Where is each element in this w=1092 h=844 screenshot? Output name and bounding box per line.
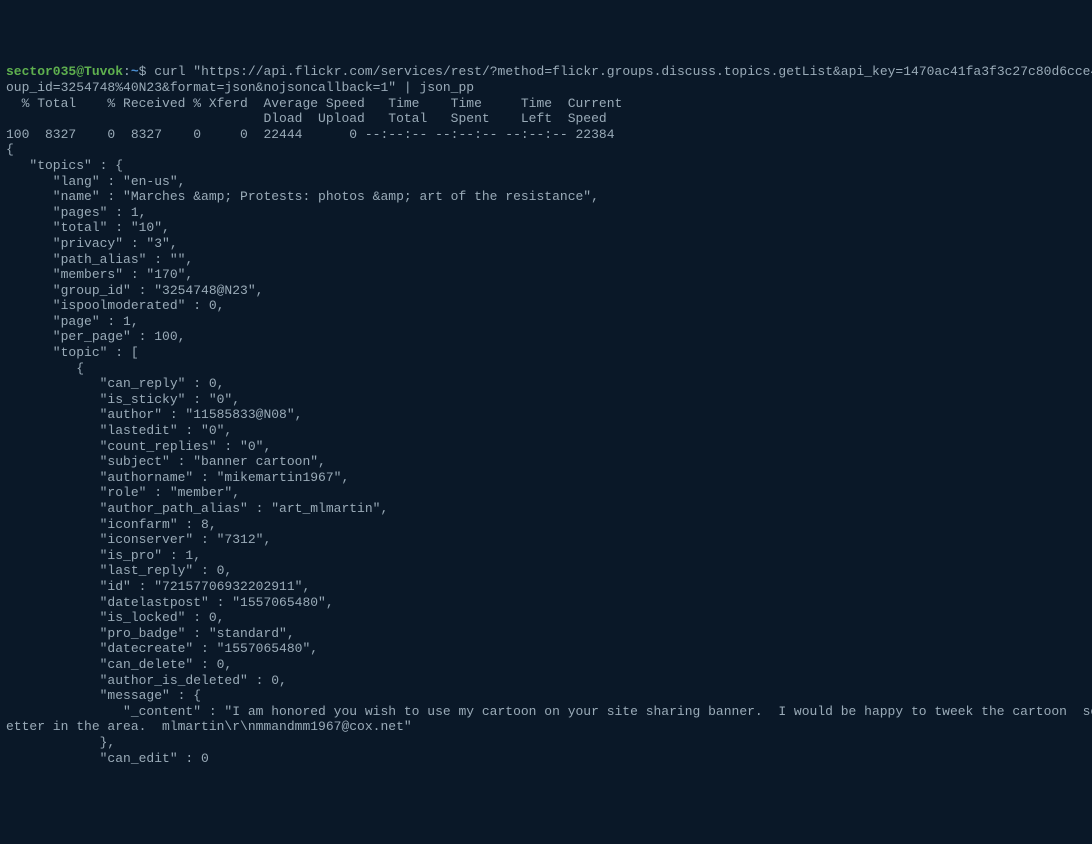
- prompt-line: sector035@Tuvok:~$ curl "https://api.fli…: [6, 64, 1092, 79]
- prompt-colon: :: [123, 64, 131, 79]
- curl-progress: 100 8327 0 8327 0 0 22444 0 --:--:-- --:…: [6, 127, 615, 142]
- curl-header: % Total % Received % Xferd Average Speed…: [6, 96, 622, 111]
- hostname: Tuvok: [84, 64, 123, 79]
- at-sign: @: [76, 64, 84, 79]
- cwd: ~: [131, 64, 139, 79]
- terminal-output: sector035@Tuvok:~$ curl "https://api.fli…: [6, 64, 1086, 766]
- json-output: { "topics" : { "lang" : "en-us", "name" …: [6, 142, 1086, 766]
- curl-header2: Dload Upload Total Spent Left Speed: [6, 111, 607, 126]
- username: sector035: [6, 64, 76, 79]
- command-line2: oup_id=3254748%40N23&format=json&nojsonc…: [6, 80, 474, 95]
- command-line1: curl "https://api.flickr.com/services/re…: [154, 64, 1092, 79]
